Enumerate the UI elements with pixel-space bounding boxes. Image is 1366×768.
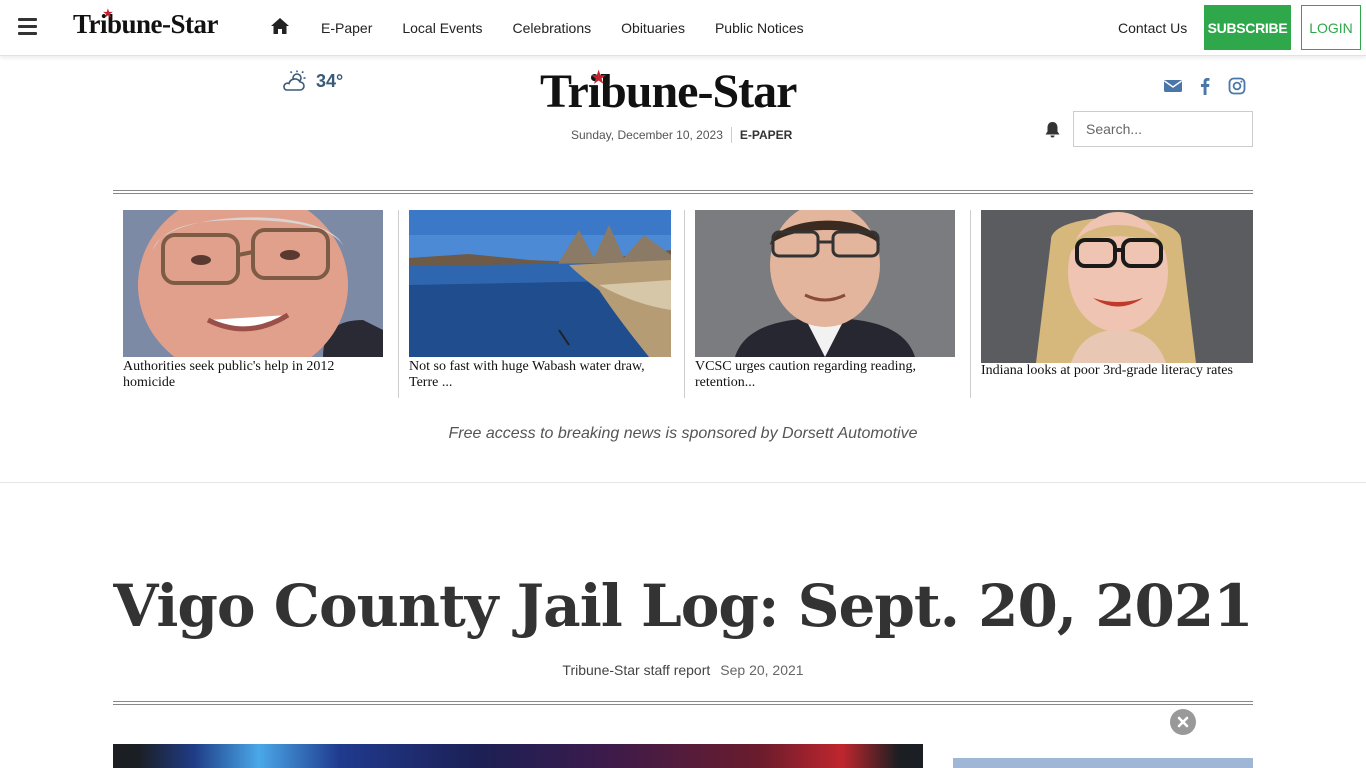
feature-caption[interactable]: VCSC urges caution regarding reading, re… [695,359,960,391]
home-icon[interactable] [270,17,290,35]
section-divider [113,701,1253,705]
email-icon[interactable] [1163,76,1183,96]
top-nav-bar: Tribune-Star ★ E-Paper Local Events Celeb… [0,0,1366,56]
feature-caption[interactable]: Not so fast with huge Wabash water draw,… [409,359,674,391]
section-divider [113,190,1253,194]
nav-link-epaper[interactable]: E-Paper [306,20,387,36]
feature-image[interactable] [123,210,388,357]
social-links [1163,76,1247,96]
bell-icon[interactable] [1044,121,1061,139]
sidebar-ad[interactable] [953,758,1253,768]
instagram-icon[interactable] [1227,76,1247,96]
nav-links: E-Paper Local Events Celebrations Obitua… [306,0,819,56]
search-input[interactable] [1073,111,1253,147]
current-date: Sunday, December 10, 2023 [571,128,723,142]
feature-image[interactable] [981,210,1253,363]
menu-icon[interactable] [18,18,37,35]
feature-card[interactable]: VCSC urges caution regarding reading, re… [685,210,971,398]
contact-us-link[interactable]: Contact Us [1118,20,1187,36]
sponsor-message: Free access to breaking news is sponsore… [448,425,918,442]
nav-link-local-events[interactable]: Local Events [387,20,497,36]
weather-widget[interactable]: 34° [282,70,343,92]
section-divider [0,482,1366,483]
byline: Tribune-Star staff report Sep 20, 2021 [0,662,1366,678]
divider [730,127,732,143]
facebook-icon[interactable] [1195,76,1215,96]
feature-card[interactable]: Not so fast with huge Wabash water draw,… [399,210,685,398]
feature-image[interactable] [695,210,960,357]
nav-link-obituaries[interactable]: Obituaries [606,20,700,36]
publish-date: Sep 20, 2021 [720,662,804,678]
weather-partly-cloudy-icon [283,70,306,91]
feature-caption[interactable]: Indiana looks at poor 3rd-grade literacy… [981,363,1253,379]
feature-card[interactable]: Authorities seek public's help in 2012 h… [113,210,399,398]
login-button[interactable]: LOGIN [1301,5,1361,50]
feature-image[interactable] [409,210,674,357]
close-icon[interactable] [1170,709,1196,735]
feature-caption[interactable]: Authorities seek public's help in 2012 h… [123,359,388,391]
article-headline: Vigo County Jail Log: Sept. 20, 2021 [113,572,1253,640]
temperature: 34° [316,70,344,91]
nav-logo[interactable]: Tribune-Star ★ [73,8,219,40]
masthead-logo[interactable]: Tribune-Star ★ [540,64,830,119]
nav-link-celebrations[interactable]: Celebrations [498,20,607,36]
nav-link-public-notices[interactable]: Public Notices [700,20,819,36]
lead-image[interactable] [113,744,923,768]
author[interactable]: Tribune-Star staff report [562,662,710,678]
featured-stories: Authorities seek public's help in 2012 h… [113,210,1253,398]
epaper-link[interactable]: E-PAPER [740,128,792,142]
subscribe-button[interactable]: SUBSCRIBE [1204,5,1291,50]
dateline: Sunday, December 10, 2023 E-PAPER [571,127,792,143]
feature-card[interactable]: Indiana looks at poor 3rd-grade literacy… [971,210,1253,398]
